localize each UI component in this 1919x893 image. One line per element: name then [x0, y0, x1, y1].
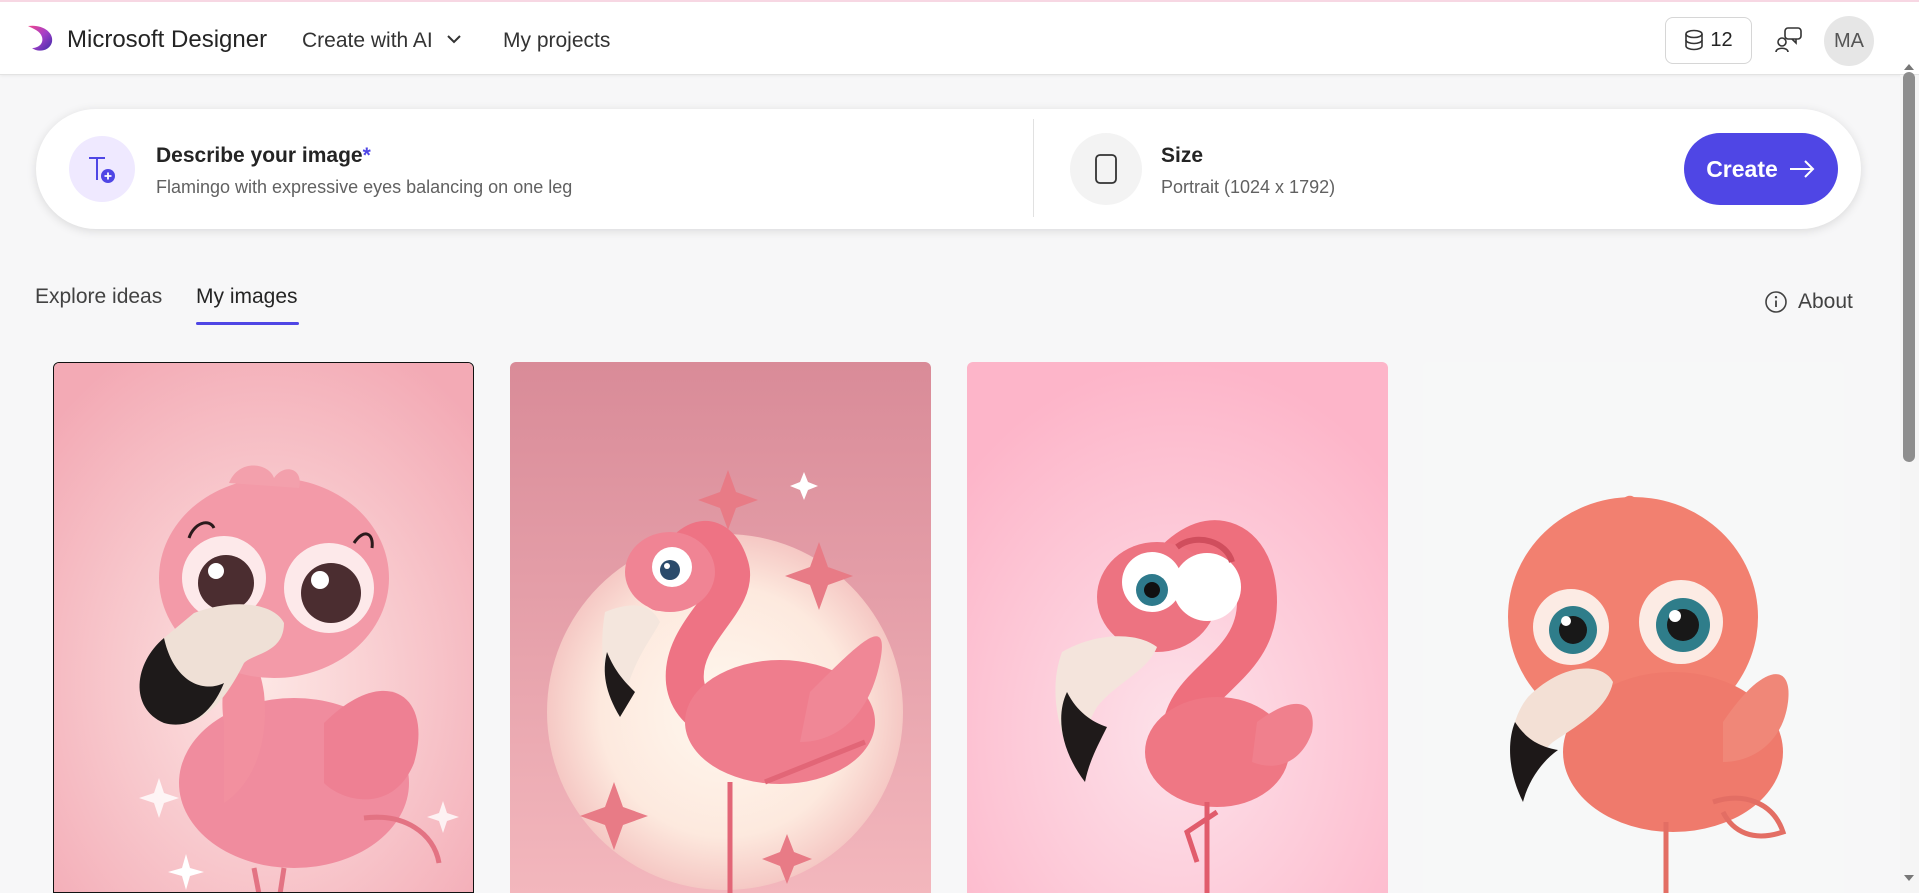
- scroll-up-arrow-icon[interactable]: [1902, 62, 1916, 72]
- describe-image-text: Describe your image: [156, 144, 363, 167]
- generated-image-4[interactable]: [1423, 362, 1844, 893]
- tab-explore-ideas[interactable]: Explore ideas: [35, 285, 162, 309]
- credits-button[interactable]: 12: [1665, 17, 1752, 64]
- flamingo-image-2: [510, 362, 931, 893]
- size-label: Size: [1161, 144, 1204, 167]
- prompt-divider: [1033, 119, 1034, 217]
- size-value[interactable]: Portrait (1024 x 1792): [1161, 177, 1335, 198]
- top-header: Microsoft Designer Create with AI My pro…: [0, 0, 1919, 75]
- arrow-right-icon: [1789, 160, 1815, 178]
- designer-logo-icon[interactable]: [24, 22, 56, 54]
- prompt-input[interactable]: Flamingo with expressive eyes balancing …: [156, 177, 572, 198]
- portrait-icon: [1095, 154, 1117, 184]
- create-button-label: Create: [1706, 155, 1778, 182]
- flamingo-image-1: [54, 363, 473, 892]
- feedback-icon[interactable]: [1774, 26, 1804, 54]
- generated-image-1[interactable]: [53, 362, 474, 893]
- generated-image-2[interactable]: [510, 362, 931, 893]
- user-avatar[interactable]: MA: [1824, 16, 1874, 66]
- create-button[interactable]: Create: [1684, 133, 1838, 205]
- coins-icon: [1685, 29, 1704, 50]
- app-title[interactable]: Microsoft Designer: [67, 26, 267, 54]
- avatar-initials: MA: [1834, 29, 1864, 52]
- my-projects-link[interactable]: My projects: [503, 29, 610, 53]
- tab-my-images[interactable]: My images: [196, 285, 298, 309]
- scroll-down-arrow-icon[interactable]: [1902, 873, 1916, 883]
- required-mark: *: [362, 144, 371, 167]
- size-selector-icon[interactable]: [1070, 133, 1142, 205]
- describe-image-label: Describe your image*: [156, 144, 371, 168]
- text-add-icon: [89, 157, 115, 183]
- active-tab-indicator: [196, 322, 299, 325]
- scrollbar-thumb[interactable]: [1903, 72, 1915, 462]
- about-label: About: [1798, 290, 1853, 313]
- text-prompt-icon: [69, 136, 135, 202]
- create-with-ai-label: Create with AI: [302, 29, 433, 52]
- info-icon: [1765, 291, 1787, 313]
- prompt-bar: Describe your image* Flamingo with expre…: [36, 109, 1861, 229]
- chevron-down-icon: [446, 35, 461, 44]
- credits-count: 12: [1710, 29, 1733, 51]
- flamingo-image-4: [1423, 362, 1844, 893]
- about-button[interactable]: About: [1764, 290, 1853, 314]
- flamingo-image-3: [967, 362, 1388, 893]
- create-with-ai-menu[interactable]: Create with AI: [302, 29, 461, 53]
- generated-image-3[interactable]: [967, 362, 1388, 893]
